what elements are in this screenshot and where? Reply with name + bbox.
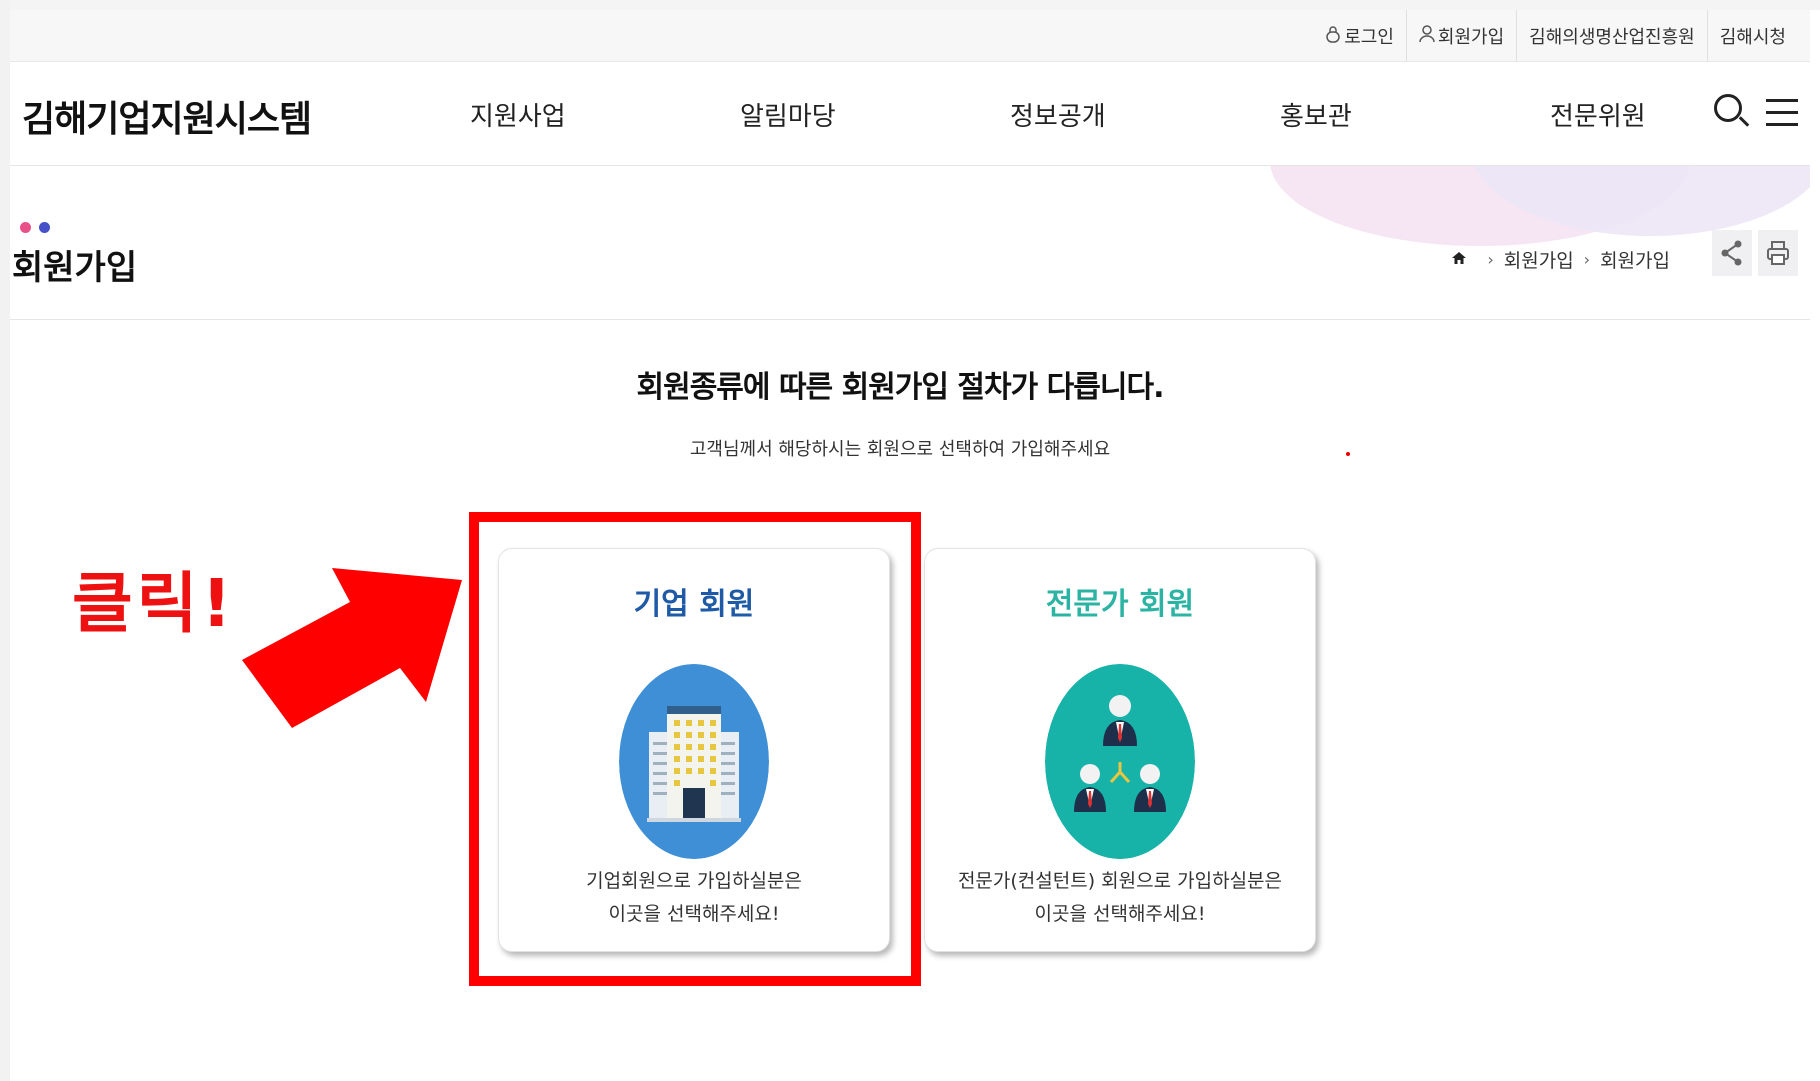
site-logo[interactable]: 김해기업지원시스템 xyxy=(22,90,312,142)
card-title: 전문가 회원 xyxy=(1045,587,1195,622)
expert-network-icon xyxy=(1045,664,1195,859)
print-icon[interactable] xyxy=(1758,230,1798,276)
left-edge xyxy=(0,0,10,1081)
nav-item-support[interactable]: 지원사업 xyxy=(430,96,700,133)
join-link[interactable]: 회원가입 xyxy=(1405,10,1516,62)
chevron-right-icon: › xyxy=(1487,250,1494,269)
blue-dot xyxy=(39,222,50,233)
arrow-right-icon xyxy=(242,568,462,728)
main-nav: 지원사업 알림마당 정보공개 홍보관 전문위원 xyxy=(430,96,1780,133)
chevron-right-icon: › xyxy=(1583,250,1591,269)
page-title-area: 회원가입 › 회원가입 › 회원가입 xyxy=(10,166,1810,320)
breadcrumb-item[interactable]: 회원가입 xyxy=(1504,246,1574,273)
click-annotation-text: 클릭! xyxy=(72,565,236,642)
card-description: 전문가(컨설턴트) 회원으로 가입하실분은 이곳을 선택해주세요! xyxy=(925,865,1315,931)
hamburger-menu-icon[interactable] xyxy=(1764,94,1800,130)
utility-links: 로그인 회원가입 김해의생명산업진흥원 김해시청 xyxy=(1313,10,1798,62)
login-label: 로그인 xyxy=(1344,27,1394,48)
share-icon[interactable] xyxy=(1712,230,1752,276)
breadcrumb-item-current: 회원가입 xyxy=(1600,250,1670,272)
card-desc-line: 전문가(컨설턴트) 회원으로 가입하실분은 xyxy=(957,870,1283,892)
institute-link[interactable]: 김해의생명산업진흥원 xyxy=(1516,10,1707,62)
nav-item-info[interactable]: 정보공개 xyxy=(970,96,1240,133)
lock-icon xyxy=(1325,25,1341,47)
breadcrumb: › 회원가입 › 회원가입 xyxy=(1451,246,1670,273)
membership-subline: 고객님께서 해당하시는 회원으로 선택하여 가입해주세요 xyxy=(689,439,1111,460)
search-icon[interactable] xyxy=(1710,90,1754,134)
nav-item-notice[interactable]: 알림마당 xyxy=(700,96,970,133)
header: 김해기업지원시스템 지원사업 알림마당 정보공개 홍보관 전문위원 xyxy=(10,62,1810,166)
join-label: 회원가입 xyxy=(1437,27,1505,48)
home-icon[interactable] xyxy=(1451,249,1467,270)
header-icons xyxy=(1710,90,1800,134)
pink-dot xyxy=(20,222,31,233)
stray-dot xyxy=(1346,452,1350,456)
utility-bar: 로그인 회원가입 김해의생명산업진흥원 김해시청 xyxy=(10,10,1810,62)
institute-label: 김해의생명산업진흥원 xyxy=(1529,27,1695,48)
city-hall-link[interactable]: 김해시청 xyxy=(1706,10,1798,62)
user-icon xyxy=(1419,25,1435,47)
login-link[interactable]: 로그인 xyxy=(1313,10,1406,62)
page-tools xyxy=(1706,230,1798,276)
city-hall-label: 김해시청 xyxy=(1719,27,1786,48)
page: 로그인 회원가입 김해의생명산업진흥원 김해시청 김해기업지원시스템 지원사업 … xyxy=(0,0,1820,1081)
expert-member-card[interactable]: 전문가 회원 전문가(컨설턴트) 회원으로 가입하실분은 이곳을 선택해주세요! xyxy=(924,548,1316,952)
card-desc-line: 이곳을 선택해주세요! xyxy=(1034,903,1206,925)
page-title: 회원가입 xyxy=(12,248,138,288)
nav-item-pr[interactable]: 홍보관 xyxy=(1240,96,1510,133)
membership-headline: 회원종류에 따른 회원가입 절차가 다릅니다. xyxy=(636,370,1165,405)
highlight-box xyxy=(469,512,921,986)
title-dots xyxy=(20,222,58,233)
top-edge xyxy=(0,0,1820,10)
